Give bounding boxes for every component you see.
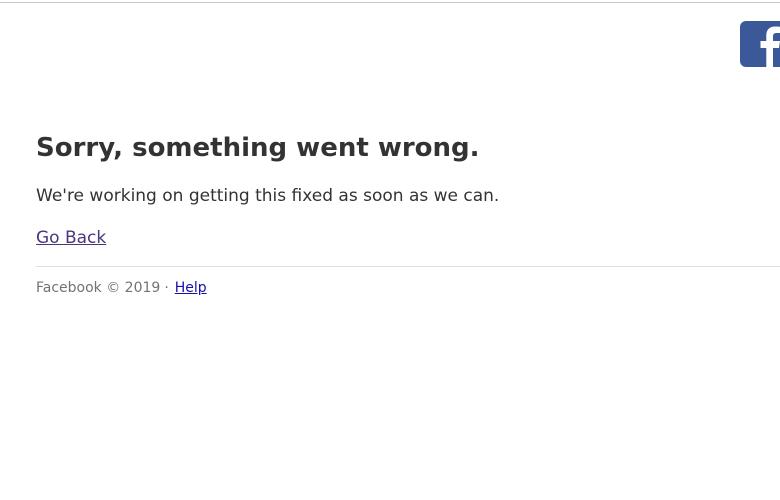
copyright-text: Facebook © 2019 [36, 280, 161, 296]
top-border [0, 2, 780, 3]
go-back-link[interactable]: Go Back [36, 226, 106, 250]
footer: Facebook © 2019 · Help [36, 278, 780, 298]
divider [36, 266, 780, 267]
footer-separator: · [164, 280, 169, 296]
facebook-logo[interactable] [740, 21, 780, 67]
error-content: Sorry, something went wrong. We're worki… [36, 128, 780, 298]
error-page: Sorry, something went wrong. We're worki… [0, 0, 780, 500]
help-link[interactable]: Help [175, 280, 207, 296]
error-message: We're working on getting this fixed as s… [36, 186, 500, 206]
page-title: Sorry, something went wrong. [36, 133, 480, 163]
facebook-f-icon [740, 21, 780, 67]
